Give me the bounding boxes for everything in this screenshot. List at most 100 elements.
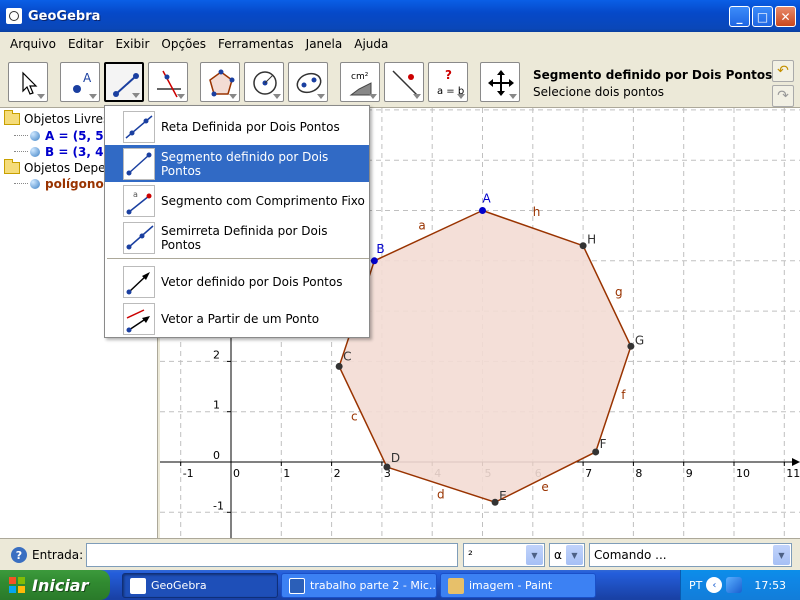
title-bar: GeoGebra _ □ ✕ — [0, 0, 800, 32]
menu-editar[interactable]: Editar — [62, 35, 110, 53]
chevron-down-icon[interactable]: ▼ — [773, 545, 790, 565]
input-label: Entrada: — [32, 548, 84, 562]
x-tick-label: 9 — [686, 467, 693, 480]
point-c[interactable] — [335, 362, 343, 370]
task-word[interactable]: trabalho parte 2 - Mic... — [281, 573, 437, 598]
system-tray: PT ‹ 17:53 — [680, 570, 800, 600]
redo-button[interactable]: ↷ — [772, 85, 794, 107]
segment-label: c — [351, 410, 358, 424]
segment-label: h — [533, 205, 541, 219]
command-select[interactable]: Comando ... ▼ — [589, 543, 792, 567]
greek-select-value: α — [554, 548, 562, 562]
relation-tool[interactable]: ? a = b — [428, 62, 468, 102]
y-tick-label: -1 — [213, 499, 224, 512]
menu-janela[interactable]: Janela — [300, 35, 349, 53]
chevron-down-icon[interactable]: ▼ — [526, 545, 543, 565]
toolbar: A cm² ? a = b Segmento definido por Dois … — [0, 56, 800, 108]
area-tool[interactable]: cm² — [340, 62, 380, 102]
menu-item-segment[interactable]: Segmento definido por Dois Pontos — [105, 145, 369, 182]
x-tick-label: 1 — [283, 467, 290, 480]
language-indicator[interactable]: PT — [689, 579, 702, 592]
algebra-item-polygon[interactable]: polígono1 — [14, 175, 112, 192]
dependent-objects-folder[interactable]: Objetos Depe — [4, 158, 106, 176]
command-input[interactable] — [86, 543, 458, 567]
menu-opcoes[interactable]: Opções — [155, 35, 212, 53]
menu-ajuda[interactable]: Ajuda — [348, 35, 394, 53]
task-geogebra[interactable]: GeoGebra — [122, 573, 278, 598]
x-tick-label: 11 — [786, 467, 800, 480]
undo-icon: ↶ — [777, 63, 789, 79]
menu-item-ray[interactable]: Semirreta Definida por Dois Pontos — [105, 219, 369, 256]
segment-label: g — [615, 285, 623, 299]
task-paint[interactable]: imagem - Paint — [440, 573, 596, 598]
menu-item-label: Segmento definido por Dois Pontos — [161, 149, 329, 178]
network-icon[interactable] — [726, 577, 743, 593]
command-select-value: Comando ... — [594, 548, 667, 562]
chevron-down-icon[interactable]: ▼ — [566, 545, 583, 565]
segment-label: e — [541, 480, 548, 494]
redo-icon: ↷ — [777, 88, 789, 104]
point-d[interactable] — [383, 463, 391, 471]
slider-tool[interactable] — [384, 62, 424, 102]
point-label: C — [343, 349, 351, 363]
point-label: A — [483, 192, 492, 206]
menu-item-vector[interactable]: Vetor definido por Dois Pontos — [105, 263, 369, 300]
tool-info: Segmento definido por Dois Pontos Seleci… — [533, 68, 772, 99]
point-tool[interactable]: A — [60, 62, 100, 102]
point-a-label: A = (5, 5) — [45, 128, 110, 143]
undo-button[interactable]: ↶ — [772, 60, 794, 82]
input-bar: ? Entrada: ² ▼ α ▼ Comando ... ▼ — [0, 538, 800, 570]
ellipse-tool[interactable] — [288, 62, 328, 102]
menu-exibir[interactable]: Exibir — [109, 35, 155, 53]
circle-tool[interactable] — [244, 62, 284, 102]
point-a[interactable] — [479, 207, 486, 214]
x-tick-label: 10 — [736, 467, 750, 480]
clock: 17:53 — [754, 578, 787, 592]
point-visibility-icon[interactable] — [30, 146, 40, 157]
free-objects-label: Objetos Livres — [24, 111, 110, 126]
move-tool[interactable] — [8, 62, 48, 102]
free-objects-folder[interactable]: Objetos Livres — [4, 109, 110, 127]
start-button[interactable]: Iniciar — [0, 570, 110, 600]
y-tick-label: 0 — [213, 449, 220, 462]
point-visibility-icon[interactable] — [30, 130, 40, 141]
symbol-select[interactable]: ² ▼ — [463, 543, 545, 567]
menu-item-line[interactable]: Reta Definida por Dois Pontos — [105, 108, 369, 145]
greek-select[interactable]: α ▼ — [549, 543, 585, 567]
segment-tool[interactable] — [104, 62, 144, 102]
ray-icon — [123, 221, 155, 254]
maximize-button[interactable]: □ — [752, 6, 773, 27]
x-tick-label: -1 — [183, 467, 194, 480]
help-icon[interactable]: ? — [11, 547, 27, 563]
menu-item-label: Vetor definido por Dois Pontos — [161, 274, 343, 289]
algebra-item-b[interactable]: B = (3, 4) — [14, 143, 109, 160]
fixed-segment-icon: a — [123, 184, 155, 217]
tool-hint: Selecione dois pontos — [533, 85, 665, 99]
perpendicular-tool[interactable] — [148, 62, 188, 102]
point-g[interactable] — [627, 342, 635, 350]
point-h[interactable] — [579, 242, 587, 250]
x-tick-label: 8 — [635, 467, 642, 480]
point-label: H — [587, 233, 596, 247]
tool-name: Segmento definido por Dois Pontos — [533, 68, 773, 82]
chevron-left-icon[interactable]: ‹ — [706, 577, 723, 593]
svg-text:a: a — [133, 190, 138, 199]
svg-text:?: ? — [445, 68, 452, 82]
point-b[interactable] — [370, 257, 378, 265]
vector-from-point-icon — [123, 302, 155, 335]
taskbar: Iniciar GeoGebra trabalho parte 2 - Mic.… — [0, 570, 800, 600]
menu-item-fixed-segment[interactable]: a Segmento com Comprimento Fixo — [105, 182, 369, 219]
x-tick-label: 2 — [334, 467, 341, 480]
polygon-tool[interactable] — [200, 62, 240, 102]
algebra-item-a[interactable]: A = (5, 5) — [14, 127, 109, 144]
symbol-select-value: ² — [468, 548, 473, 562]
menu-arquivo[interactable]: Arquivo — [4, 35, 62, 53]
close-button[interactable]: ✕ — [775, 6, 796, 27]
point-f[interactable] — [592, 448, 600, 456]
menu-item-vector-from-point[interactable]: Vetor a Partir de um Ponto — [105, 300, 369, 337]
menu-ferramentas[interactable]: Ferramentas — [212, 35, 300, 53]
polygon-visibility-icon[interactable] — [30, 178, 40, 189]
point-e[interactable] — [491, 498, 499, 506]
move-graphics-tool[interactable] — [480, 62, 520, 102]
minimize-button[interactable]: _ — [729, 6, 750, 27]
